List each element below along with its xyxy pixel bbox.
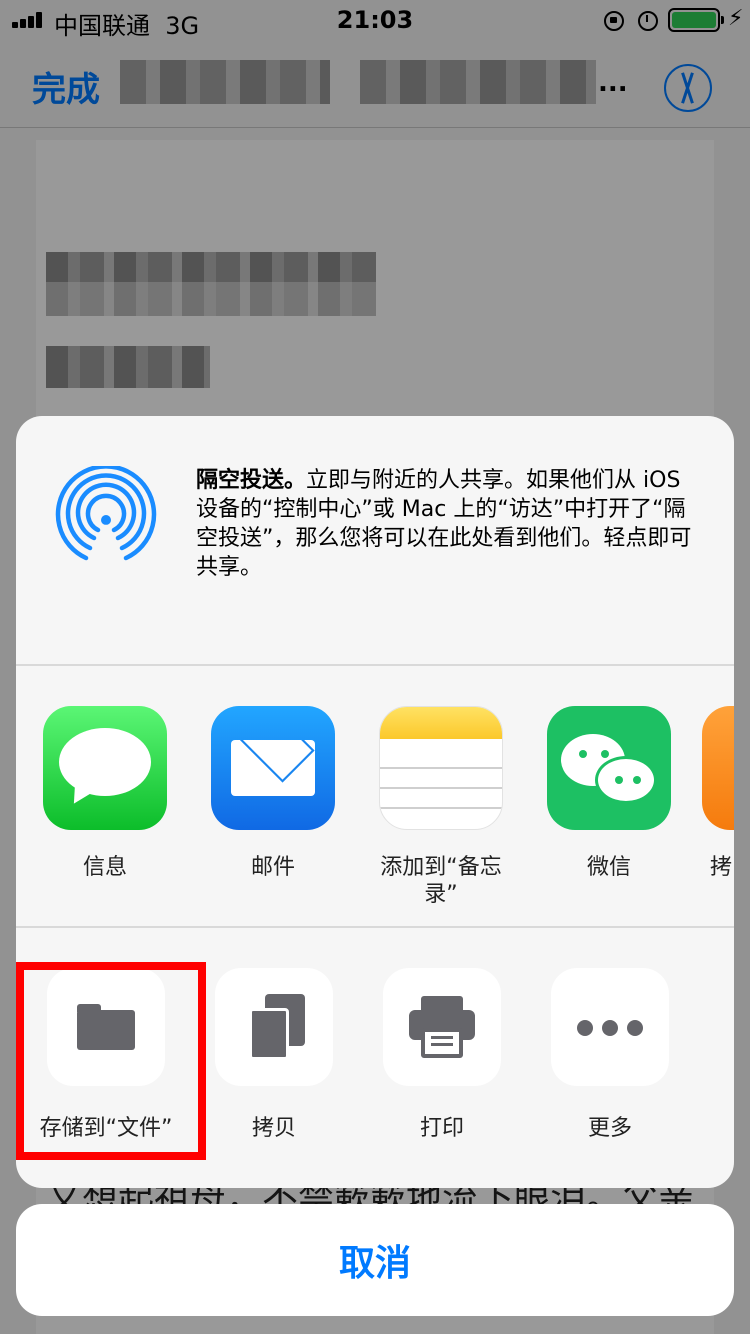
messages-icon bbox=[43, 706, 167, 830]
share-app-label: 微信 bbox=[586, 855, 631, 880]
more-button[interactable] bbox=[551, 968, 669, 1086]
action-label: 打印 bbox=[419, 1116, 464, 1141]
action-copy[interactable]: 拷贝 bbox=[190, 968, 358, 1142]
share-app-label: 拷 bbox=[710, 855, 733, 880]
share-app-mail[interactable]: 邮件 bbox=[198, 706, 348, 881]
baidu-jingyan-watermark: Bai度经验 jingyan.baidu.com bbox=[578, 1260, 725, 1320]
print-button[interactable] bbox=[383, 968, 501, 1086]
action-label: 拷贝 bbox=[251, 1116, 296, 1141]
wechat-icon bbox=[547, 706, 671, 830]
share-app-label: 邮件 bbox=[250, 855, 295, 880]
action-more[interactable]: 更多 bbox=[526, 968, 694, 1142]
mail-icon bbox=[211, 706, 335, 830]
highlight-annotation bbox=[16, 962, 206, 1160]
watermark-sub: jingyan.baidu.com bbox=[578, 1295, 725, 1311]
copy-button[interactable] bbox=[215, 968, 333, 1086]
share-app-label: 添加到“备忘录” bbox=[380, 855, 502, 907]
airdrop-description: 隔空投送。立即与附近的人共享。如果他们从 iOS 设备的“控制中心”或 Mac … bbox=[196, 466, 706, 582]
notes-icon bbox=[379, 706, 503, 830]
share-app-label: 信息 bbox=[82, 855, 127, 880]
airdrop-icon bbox=[55, 466, 157, 568]
share-app-wechat[interactable]: 微信 bbox=[534, 706, 684, 881]
action-label: 更多 bbox=[587, 1116, 632, 1141]
airdrop-title: 隔空投送。 bbox=[196, 468, 307, 493]
share-app-notes[interactable]: 添加到“备忘录” bbox=[366, 706, 516, 908]
share-apps-row: 信息 邮件 添加到“备忘录” 微信 拷 bbox=[16, 666, 734, 928]
app-icon-partial bbox=[702, 706, 734, 830]
share-app-messages[interactable]: 信息 bbox=[30, 706, 180, 881]
share-app-partial[interactable]: 拷 bbox=[702, 706, 734, 881]
watermark-main: Bai度经验 bbox=[578, 1266, 693, 1294]
airdrop-section[interactable]: 隔空投送。立即与附近的人共享。如果他们从 iOS 设备的“控制中心”或 Mac … bbox=[16, 416, 734, 666]
action-print[interactable]: 打印 bbox=[358, 968, 526, 1142]
